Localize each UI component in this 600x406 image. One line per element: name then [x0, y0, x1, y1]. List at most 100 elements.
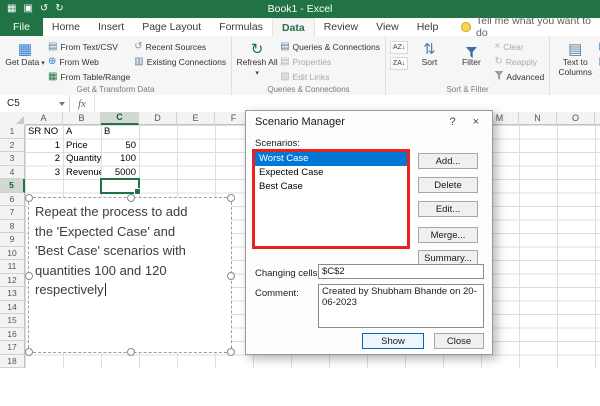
- tab-view[interactable]: View: [367, 18, 408, 36]
- cell-B4[interactable]: Revenue: [63, 166, 101, 180]
- tab-home[interactable]: Home: [43, 18, 89, 36]
- resize-handle[interactable]: [25, 272, 33, 280]
- col-header-C[interactable]: C: [101, 112, 139, 125]
- resize-handle[interactable]: [227, 194, 235, 202]
- cell-C2[interactable]: 50: [101, 139, 139, 153]
- from-text-csv-button[interactable]: ▤ From Text/CSV: [46, 40, 132, 54]
- row-header-15[interactable]: 15: [0, 314, 25, 328]
- scenario-item-expected-case[interactable]: Expected Case: [255, 166, 407, 180]
- cell-B3[interactable]: Quantity: [63, 152, 101, 166]
- resize-handle[interactable]: [127, 348, 135, 356]
- note-textbox[interactable]: Repeat the process to add the 'Expected …: [28, 197, 232, 353]
- row-header-18[interactable]: 18: [0, 355, 25, 369]
- cell-B1[interactable]: A: [63, 125, 101, 139]
- row-header-1[interactable]: 1: [0, 125, 25, 139]
- advanced-button[interactable]: Advanced: [492, 70, 546, 84]
- save-icon[interactable]: ▣: [23, 0, 32, 18]
- row-header-7[interactable]: 7: [0, 206, 25, 220]
- show-button[interactable]: Show: [362, 333, 424, 349]
- sort-az-icon[interactable]: AZ↓: [390, 41, 408, 54]
- recent-sources-button[interactable]: ↺ Recent Sources: [132, 40, 228, 54]
- redo-icon[interactable]: ↻: [55, 0, 63, 18]
- cell-A2[interactable]: 1: [25, 139, 63, 153]
- col-header-E[interactable]: E: [177, 112, 215, 125]
- insert-function-button[interactable]: fx: [70, 95, 95, 112]
- row-header-8[interactable]: 8: [0, 220, 25, 234]
- delete-button[interactable]: Delete: [418, 177, 478, 193]
- col-header-O[interactable]: O: [557, 112, 595, 125]
- comment-field[interactable]: Created by Shubham Bhande on 20-06-2023: [318, 284, 484, 328]
- sort-za-icon[interactable]: ZA↓: [390, 57, 408, 70]
- dialog-help-button[interactable]: ?: [449, 116, 455, 128]
- tab-review[interactable]: Review: [315, 18, 367, 36]
- edit-button[interactable]: Edit...: [418, 201, 478, 217]
- col-header-N[interactable]: N: [519, 112, 557, 125]
- resize-handle[interactable]: [25, 194, 33, 202]
- properties-button[interactable]: ▤ Properties: [278, 55, 382, 69]
- tell-me-box[interactable]: Tell me what you want to do: [447, 18, 600, 36]
- tab-file[interactable]: File: [0, 18, 43, 36]
- cell-A1[interactable]: SR NO: [25, 125, 63, 139]
- tab-help[interactable]: Help: [408, 18, 448, 36]
- cell-C4[interactable]: 5000: [101, 166, 139, 180]
- cell-C1[interactable]: B: [101, 125, 139, 139]
- get-data-button[interactable]: ▦ Get Data: [4, 38, 46, 68]
- changing-cells-field[interactable]: $C$2: [318, 264, 484, 279]
- tab-formulas[interactable]: Formulas: [210, 18, 272, 36]
- tab-insert[interactable]: Insert: [89, 18, 133, 36]
- remove-duplicates-button[interactable]: ▣ Remove Duplicates: [596, 55, 600, 69]
- cell-C3[interactable]: 100: [101, 152, 139, 166]
- name-box[interactable]: C5: [0, 95, 70, 112]
- row-header-10[interactable]: 10: [0, 247, 25, 261]
- resize-handle[interactable]: [227, 348, 235, 356]
- name-box-caret-icon[interactable]: [59, 102, 65, 106]
- row-header-14[interactable]: 14: [0, 301, 25, 315]
- resize-handle[interactable]: [227, 272, 235, 280]
- reapply-button[interactable]: ↻ Reapply: [492, 55, 546, 69]
- text-to-columns-button[interactable]: ▤ Text to Columns: [554, 38, 596, 78]
- row-header-5[interactable]: 5: [0, 179, 25, 193]
- from-web-button[interactable]: ⊕ From Web: [46, 55, 132, 69]
- cell-A3[interactable]: 2: [25, 152, 63, 166]
- scenario-item-best-case[interactable]: Best Case: [255, 180, 407, 194]
- row-header-9[interactable]: 9: [0, 233, 25, 247]
- scenario-listbox[interactable]: Worst Case Expected Case Best Case: [255, 152, 407, 246]
- row-header-13[interactable]: 13: [0, 287, 25, 301]
- fill-handle[interactable]: [134, 188, 141, 195]
- col-header-D[interactable]: D: [139, 112, 177, 125]
- select-all-corner[interactable]: [0, 112, 26, 126]
- row-header-17[interactable]: 17: [0, 341, 25, 355]
- row-header-12[interactable]: 12: [0, 274, 25, 288]
- dialog-title-bar[interactable]: Scenario Manager ? ×: [246, 111, 492, 133]
- edit-links-button[interactable]: ▧ Edit Links: [278, 70, 382, 84]
- resize-handle[interactable]: [25, 348, 33, 356]
- filter-button[interactable]: Filter: [450, 38, 492, 68]
- col-header-A[interactable]: A: [25, 112, 63, 125]
- undo-icon[interactable]: ↺: [40, 0, 48, 18]
- sort-button[interactable]: ⇅ Sort: [408, 38, 450, 68]
- cell-A4[interactable]: 3: [25, 166, 63, 180]
- queries-connections-button[interactable]: ▤ Queries & Connections: [278, 40, 382, 54]
- clear-filter-button[interactable]: × Clear: [492, 40, 546, 54]
- row-header-16[interactable]: 16: [0, 328, 25, 342]
- add-button[interactable]: Add...: [418, 153, 478, 169]
- row-header-3[interactable]: 3: [0, 152, 25, 166]
- col-header-P[interactable]: P: [595, 112, 600, 125]
- row-header-6[interactable]: 6: [0, 193, 25, 207]
- merge-button[interactable]: Merge...: [418, 227, 478, 243]
- flash-fill-button[interactable]: ▨ Flash Fill: [596, 40, 600, 54]
- col-header-B[interactable]: B: [63, 112, 101, 125]
- row-header-11[interactable]: 11: [0, 260, 25, 274]
- row-header-4[interactable]: 4: [0, 166, 25, 180]
- row-header-2[interactable]: 2: [0, 139, 25, 153]
- refresh-all-button[interactable]: ↻ Refresh All: [236, 38, 278, 78]
- scenario-item-worst-case[interactable]: Worst Case: [255, 152, 407, 166]
- existing-connections-button[interactable]: ▥ Existing Connections: [132, 55, 228, 69]
- from-table-range-button[interactable]: ▦ From Table/Range: [46, 70, 132, 84]
- data-validation-button[interactable]: ✓ Data Validation: [596, 70, 600, 84]
- dialog-close-icon[interactable]: ×: [473, 116, 479, 128]
- close-button[interactable]: Close: [434, 333, 484, 349]
- tab-page-layout[interactable]: Page Layout: [133, 18, 210, 36]
- resize-handle[interactable]: [127, 194, 135, 202]
- tab-data[interactable]: Data: [272, 18, 315, 37]
